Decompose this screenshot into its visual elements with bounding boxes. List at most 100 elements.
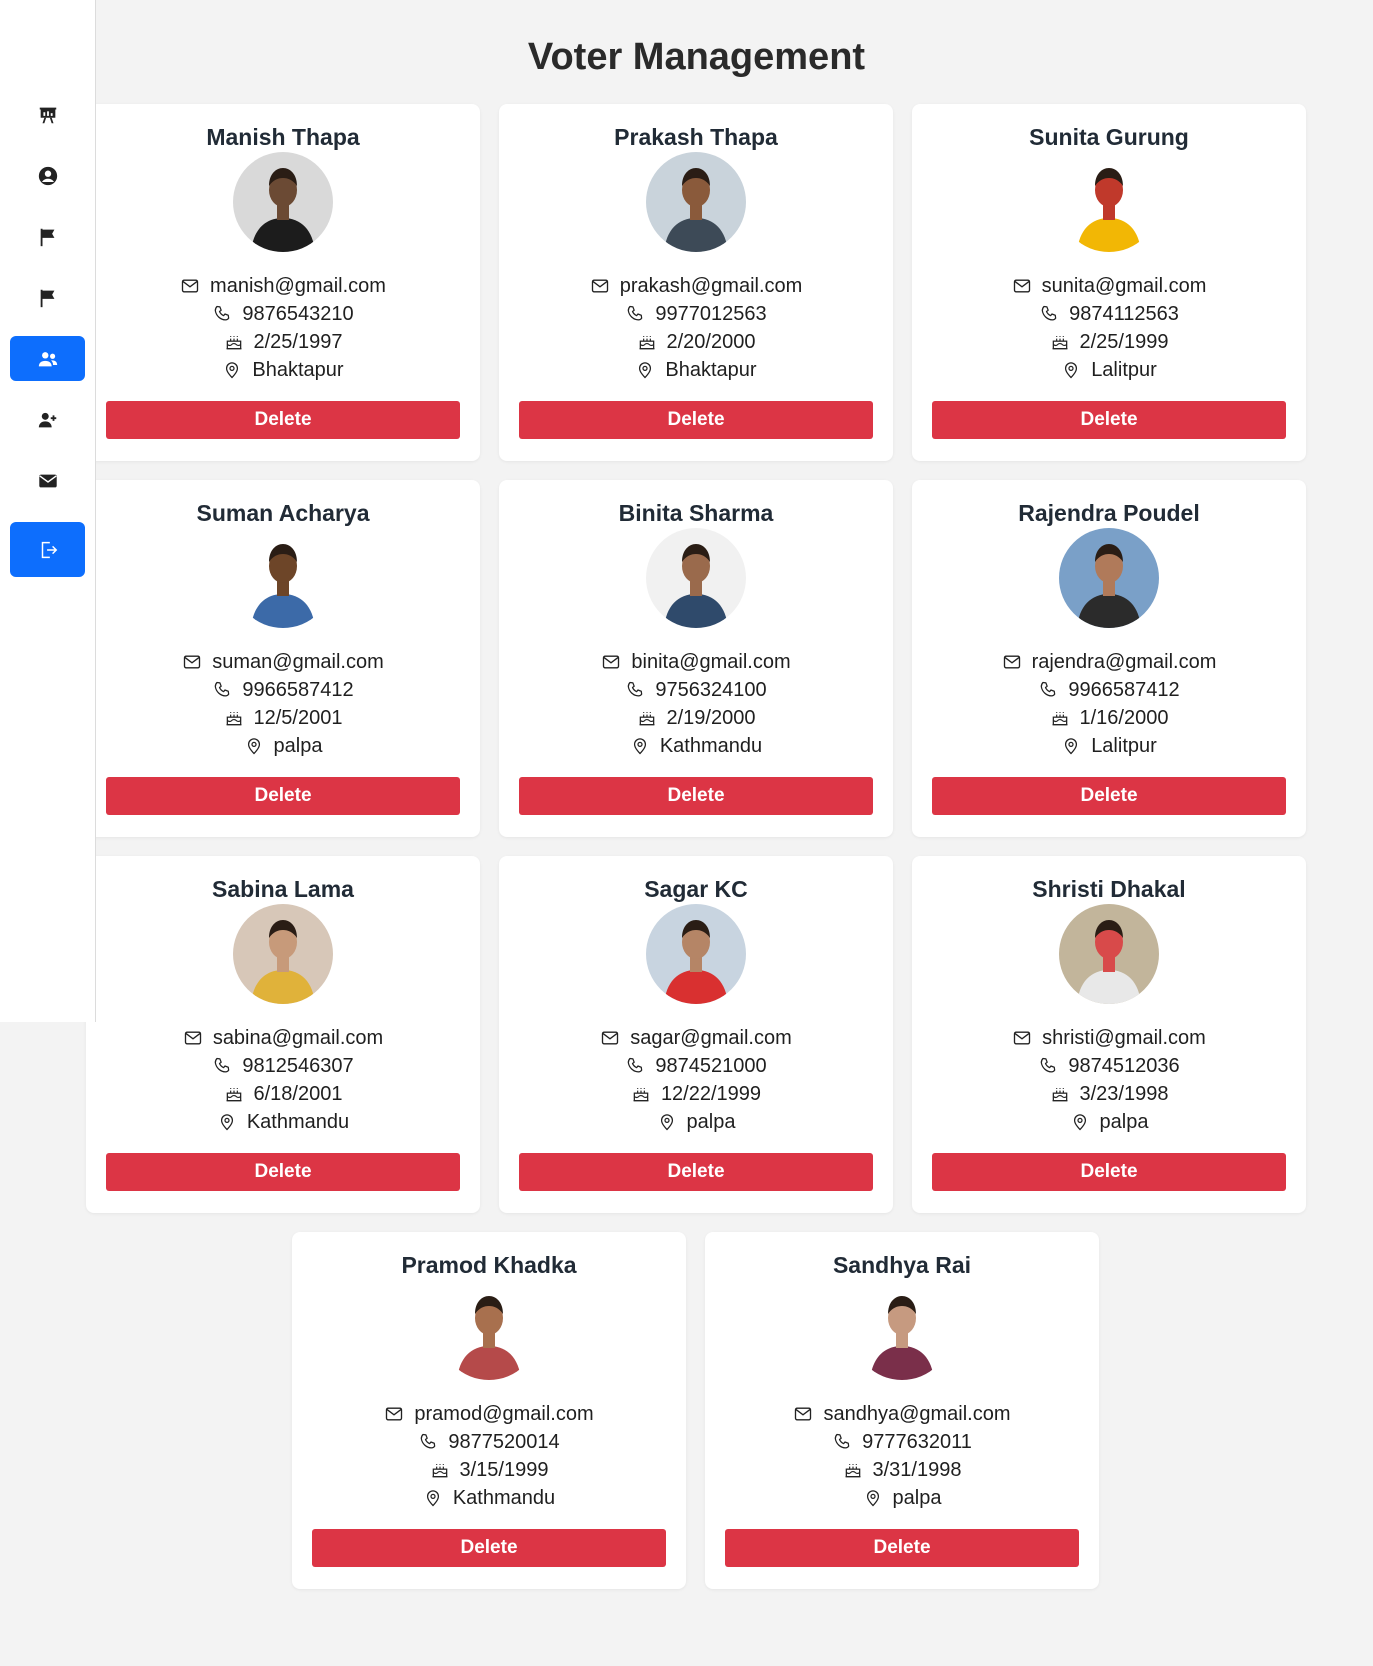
voter-address: Lalitpur	[1091, 359, 1157, 381]
voter-phone: 9874112563	[1069, 303, 1179, 325]
cake-icon	[432, 1464, 447, 1478]
voter-name: Suman Acharya	[196, 500, 370, 526]
voter-info: manish@gmail.com 9876543210 2/25/1997 Bh…	[86, 272, 480, 384]
flag-icon	[40, 289, 54, 307]
voter-name: Sagar KC	[644, 876, 748, 902]
avatar	[646, 528, 746, 628]
avatar	[1059, 152, 1159, 252]
phone-icon	[1041, 305, 1057, 321]
address-line: Bhaktapur	[86, 356, 480, 384]
voter-name: Sabina Lama	[212, 876, 354, 902]
voter-name: Binita Sharma	[618, 500, 774, 526]
envelope-outline-icon	[795, 1407, 812, 1421]
sidebar-item-dashboard[interactable]	[10, 92, 85, 137]
phone-line: 9966587412	[912, 676, 1306, 704]
user-circle-icon	[38, 166, 57, 185]
sidebar-item-messages[interactable]	[10, 458, 85, 503]
dob-line: 6/18/2001	[86, 1080, 480, 1108]
dob-line: 2/20/2000	[499, 328, 893, 356]
phone-line: 9777632011	[705, 1428, 1099, 1456]
address-line: Bhaktapur	[499, 356, 893, 384]
voter-address: Bhaktapur	[252, 359, 344, 381]
dob-line: 1/16/2000	[912, 704, 1306, 732]
voter-card: Rajendra Poudel rajendra@gmail.com 99665…	[912, 480, 1306, 837]
voter-address: Kathmandu	[659, 735, 763, 757]
email-line: suman@gmail.com	[86, 648, 480, 676]
voter-card: Shristi Dhakal shristi@gmail.com 9874512…	[912, 856, 1306, 1213]
sidebar-item-elections[interactable]	[10, 275, 85, 320]
address-line: Kathmandu	[292, 1484, 686, 1512]
phone-icon	[215, 681, 230, 697]
delete-button[interactable]: Delete	[932, 777, 1286, 815]
voter-phone: 9777632011	[862, 1431, 972, 1453]
person-photo-icon	[1059, 152, 1159, 252]
voter-info: sandhya@gmail.com 9777632011 3/31/1998 p…	[705, 1400, 1099, 1512]
delete-button[interactable]: Delete	[519, 777, 873, 815]
voter-dob: 6/18/2001	[253, 1083, 343, 1105]
delete-button[interactable]: Delete	[312, 1529, 666, 1567]
sidebar-item-voters[interactable]	[10, 336, 85, 381]
map-pin-icon	[247, 738, 260, 755]
voter-name: Sandhya Rai	[832, 1252, 972, 1278]
voter-email: rajendra@gmail.com	[1031, 651, 1217, 673]
delete-button[interactable]: Delete	[519, 1153, 873, 1191]
delete-button[interactable]: Delete	[725, 1529, 1079, 1567]
phone-line: 9977012563	[499, 300, 893, 328]
envelope-outline-icon	[184, 655, 201, 669]
address-line: palpa	[499, 1108, 893, 1136]
phone-line: 9876543210	[86, 300, 480, 328]
dob-line: 12/5/2001	[86, 704, 480, 732]
dob-line: 3/31/1998	[705, 1456, 1099, 1484]
voter-email: sandhya@gmail.com	[823, 1403, 1011, 1425]
voter-card: Manish Thapa manish@gmail.com 9876543210…	[86, 104, 480, 461]
map-pin-icon	[1073, 1114, 1086, 1131]
sidebar-item-profile[interactable]	[10, 153, 85, 198]
address-line: Kathmandu	[86, 1108, 480, 1136]
delete-button[interactable]: Delete	[932, 1153, 1286, 1191]
cake-icon	[226, 712, 241, 726]
phone-icon	[215, 305, 230, 321]
voter-info: sunita@gmail.com 9874112563 2/25/1999 La…	[912, 272, 1306, 384]
map-pin-icon	[633, 738, 646, 755]
address-line: Kathmandu	[499, 732, 893, 760]
voter-dob: 12/5/2001	[253, 707, 343, 729]
envelope-outline-icon	[1003, 655, 1020, 669]
voter-address: palpa	[686, 1111, 736, 1133]
voter-address: Kathmandu	[452, 1487, 556, 1509]
voter-card: Sagar KC sagar@gmail.com 9874521000 12/2…	[499, 856, 893, 1213]
voter-phone: 9874512036	[1068, 1055, 1180, 1077]
address-line: Lalitpur	[912, 732, 1306, 760]
phone-icon	[1041, 1057, 1056, 1073]
voter-address: Lalitpur	[1091, 735, 1157, 757]
voter-dob: 2/19/2000	[666, 707, 756, 729]
avatar	[233, 528, 333, 628]
voter-phone: 9877520014	[448, 1431, 560, 1453]
email-line: binita@gmail.com	[499, 648, 893, 676]
sidebar-item-parties[interactable]	[10, 214, 85, 259]
map-pin-icon	[639, 362, 652, 379]
voter-card: Sunita Gurung sunita@gmail.com 987411256…	[912, 104, 1306, 461]
cake-icon	[1052, 712, 1067, 726]
delete-button[interactable]: Delete	[106, 1153, 460, 1191]
envelope-outline-icon	[184, 1031, 201, 1045]
cake-icon	[845, 1464, 860, 1478]
phone-line: 9812546307	[86, 1052, 480, 1080]
voter-phone: 9876543210	[242, 303, 354, 325]
map-pin-icon	[866, 1490, 879, 1507]
voter-address: palpa	[273, 735, 323, 757]
sidebar	[0, 0, 96, 1022]
user-plus-icon	[38, 412, 56, 427]
sidebar-item-add-voter[interactable]	[10, 397, 85, 442]
delete-button[interactable]: Delete	[519, 401, 873, 439]
voter-grid: Manish Thapa manish@gmail.com 9876543210…	[86, 104, 1306, 1589]
email-line: sandhya@gmail.com	[705, 1400, 1099, 1428]
avatar	[233, 152, 333, 252]
delete-button[interactable]: Delete	[106, 401, 460, 439]
delete-button[interactable]: Delete	[106, 777, 460, 815]
voter-email: prakash@gmail.com	[619, 275, 803, 297]
voter-info: sabina@gmail.com 9812546307 6/18/2001 Ka…	[86, 1024, 480, 1136]
address-line: palpa	[912, 1108, 1306, 1136]
logout-button[interactable]	[10, 522, 85, 577]
delete-button[interactable]: Delete	[932, 401, 1286, 439]
envelope-outline-icon	[591, 279, 608, 293]
